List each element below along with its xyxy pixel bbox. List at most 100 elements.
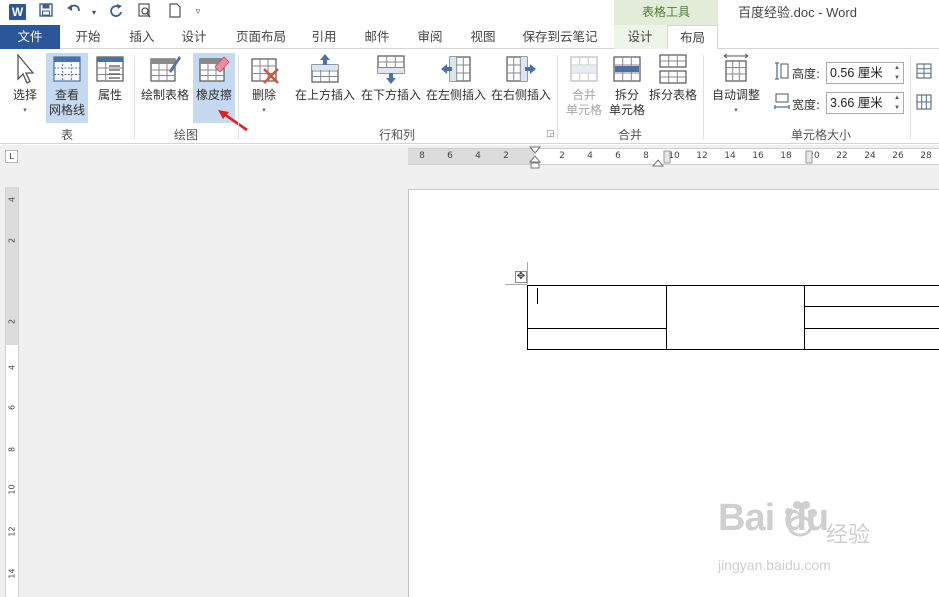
distribute-columns-icon[interactable]: [916, 94, 932, 110]
indent-marker-icon[interactable]: [529, 146, 541, 170]
split-table-label: 拆分表格: [648, 88, 697, 102]
table-border: [527, 285, 528, 350]
group-label-rows-cols: 行和列: [378, 128, 415, 142]
insert-right-button[interactable]: 在右侧插入: [489, 53, 553, 103]
tab-references[interactable]: 引用: [304, 25, 344, 49]
table-column-marker-icon[interactable]: [804, 150, 814, 164]
spinner-arrows-icon[interactable]: ▲ ▼: [891, 93, 903, 113]
row-height-value: 0.56 厘米: [830, 66, 883, 80]
table-tools-label: 表格工具: [614, 0, 718, 25]
table-border: [804, 285, 805, 350]
baidu-watermark: Bai du 经验 jingyan.baidu.com: [718, 497, 918, 577]
tab-table-layout[interactable]: 布局: [667, 25, 718, 50]
insert-above-button[interactable]: 在上方插入: [292, 53, 358, 103]
save-icon[interactable]: [36, 3, 56, 22]
properties-button[interactable]: 属性: [92, 53, 128, 103]
tab-mailings[interactable]: 邮件: [357, 25, 397, 49]
insert-above-icon: [311, 54, 339, 83]
undo-dropdown-icon[interactable]: ▾: [84, 3, 104, 22]
merge-cells-label-2: 单元格: [565, 103, 602, 117]
split-cells-button[interactable]: 拆分 单元格: [606, 53, 648, 118]
tab-file[interactable]: 文件: [0, 25, 60, 49]
ruler-tick: 28: [920, 151, 932, 161]
word-app-icon[interactable]: W: [9, 4, 26, 20]
eraser-icon: [199, 56, 230, 82]
new-doc-icon[interactable]: [165, 3, 185, 22]
draw-table-icon: [150, 56, 181, 82]
ruler-tick: 8: [419, 151, 425, 161]
tab-review[interactable]: 审阅: [410, 25, 450, 49]
group-label-draw: 绘图: [173, 128, 198, 142]
table-border: [527, 328, 667, 329]
watermark-text: 经验: [826, 523, 871, 548]
ruler-tick: 18: [780, 151, 792, 161]
dialog-launcher-icon[interactable]: ◲: [546, 129, 555, 139]
customize-qat-icon[interactable]: ▿: [188, 3, 208, 22]
tab-insert[interactable]: 插入: [122, 25, 162, 49]
tab-selector-icon[interactable]: L: [5, 150, 18, 163]
table-properties-icon: [96, 56, 124, 82]
width-label: 宽度:: [792, 98, 821, 112]
distribute-rows-icon[interactable]: [916, 63, 932, 79]
column-width-input[interactable]: 3.66 厘米 ▲ ▼: [826, 92, 904, 114]
title-bar: W ▾ ▿ 表格工具 百度经验.doc - Word: [0, 0, 939, 25]
tab-view[interactable]: 视图: [463, 25, 503, 49]
watermark-url: jingyan.baidu.com: [718, 557, 831, 573]
ruler-tick: 12: [696, 151, 708, 161]
table-border: [804, 328, 939, 329]
ruler-tick: 4: [7, 196, 17, 203]
insert-left-icon: [441, 56, 471, 82]
ruler-tick: 8: [7, 446, 17, 453]
horizontal-ruler[interactable]: 8 6 4 2 2 4 6 8 10 12 14 16 18 20 22 24 …: [408, 146, 939, 169]
group-label-cell-size: 单元格大小: [790, 128, 851, 142]
draw-table-button[interactable]: 绘制表格: [139, 53, 191, 103]
ruler-tick: 14: [724, 151, 736, 161]
vertical-ruler[interactable]: 4 2 2 4 6 8 10 12 14: [5, 187, 19, 597]
ruler-tick: 26: [892, 151, 904, 161]
insert-left-button[interactable]: 在左侧插入: [424, 53, 488, 103]
insert-right-label: 在右侧插入: [490, 88, 551, 102]
chevron-down-icon: ▾: [734, 106, 738, 114]
ruler-tick: 10: [7, 484, 17, 495]
split-table-button[interactable]: 拆分表格: [648, 53, 698, 103]
paw-icon: [785, 501, 817, 537]
tab-table-design[interactable]: 设计: [618, 25, 662, 49]
gridlines-icon: [53, 56, 81, 82]
ruler-tick: 12: [7, 526, 17, 537]
merge-cells-icon: [570, 56, 598, 82]
eraser-label: 橡皮擦: [195, 88, 232, 102]
row-height-icon: [775, 62, 789, 80]
document-title: 百度经验.doc - Word: [738, 5, 857, 20]
column-width-icon: [774, 93, 790, 109]
merge-cells-button[interactable]: 合并 单元格: [562, 53, 606, 118]
ruler-tick: 2: [559, 151, 565, 161]
redo-icon[interactable]: [106, 3, 126, 22]
split-cells-label-1: 拆分: [614, 88, 639, 102]
print-preview-icon[interactable]: [135, 3, 155, 22]
view-gridlines-button[interactable]: 查看 网格线: [46, 53, 88, 123]
tab-home[interactable]: 开始: [68, 25, 108, 49]
tab-save-to-cloud-notes[interactable]: 保存到云笔记: [516, 25, 604, 49]
autofit-button[interactable]: 自动调整 ▾: [708, 53, 764, 118]
tab-page-layout[interactable]: 页面布局: [228, 25, 294, 49]
delete-button[interactable]: 删除 ▾: [244, 53, 284, 118]
draw-table-label: 绘制表格: [140, 88, 189, 102]
table-column-marker-icon[interactable]: [662, 150, 672, 164]
row-height-input[interactable]: 0.56 厘米 ▲ ▼: [826, 62, 904, 84]
ruler-tick: 6: [7, 404, 17, 411]
insert-above-label: 在上方插入: [294, 88, 355, 102]
table-border: [666, 285, 667, 350]
autofit-icon: [723, 53, 749, 82]
view-gridlines-label-2: 网格线: [48, 103, 85, 117]
ruler-tick: 24: [864, 151, 876, 161]
insert-below-button[interactable]: 在下方插入: [359, 53, 423, 103]
select-button[interactable]: 选择 ▾: [6, 53, 44, 118]
chevron-down-icon: ▾: [23, 106, 27, 114]
undo-icon[interactable]: [64, 3, 84, 22]
tab-design[interactable]: 设计: [174, 25, 214, 49]
spinner-arrows-icon[interactable]: ▲ ▼: [891, 63, 903, 83]
view-gridlines-label-1: 查看: [54, 88, 79, 102]
text-cursor: [537, 288, 538, 304]
ruler-tick: 2: [7, 237, 17, 244]
table-move-handle-icon[interactable]: ✥: [515, 271, 527, 283]
